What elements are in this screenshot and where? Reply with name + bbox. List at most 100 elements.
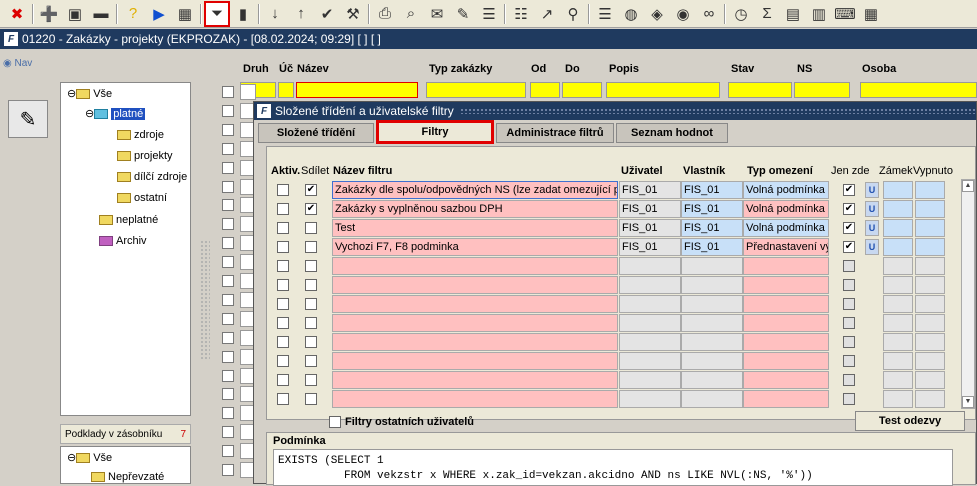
row-select-box[interactable] (222, 123, 234, 136)
signal-icon[interactable]: ▮ (230, 1, 256, 27)
row-select-box[interactable] (222, 388, 234, 401)
row-cell[interactable] (240, 84, 256, 100)
sort-asc-icon[interactable]: ↓ (262, 1, 288, 27)
row-select-box[interactable] (222, 199, 234, 212)
jen-zde-checkbox[interactable]: ✔ (843, 203, 855, 215)
vypnuto-cell[interactable] (915, 352, 945, 370)
uzivatel-cell[interactable]: FIS_01 (619, 238, 681, 256)
table-row[interactable] (267, 390, 967, 409)
jen-zde-checkbox[interactable]: ✔ (843, 184, 855, 196)
vlastnik-cell[interactable] (681, 333, 743, 351)
vypnuto-cell[interactable] (915, 257, 945, 275)
add-icon[interactable]: ➕ (36, 1, 62, 27)
globe-icon[interactable]: ◍ (618, 1, 644, 27)
jen-zde-checkbox[interactable]: ✔ (843, 241, 855, 253)
jen-zde-checkbox[interactable] (843, 355, 855, 367)
zamek-cell[interactable] (883, 295, 913, 313)
jen-zde-checkbox[interactable] (843, 279, 855, 291)
row-select-box[interactable] (222, 180, 234, 193)
vlastnik-cell[interactable] (681, 257, 743, 275)
vlastnik-cell[interactable] (681, 371, 743, 389)
jen-zde-checkbox[interactable] (843, 260, 855, 272)
mail-icon[interactable]: ✉ (424, 1, 450, 27)
splitter-handle[interactable] (200, 240, 210, 360)
clock-icon[interactable]: ◷ (728, 1, 754, 27)
typ-omezeni-cell[interactable]: Volná podmínka (743, 200, 829, 218)
aktiv-checkbox[interactable] (277, 298, 289, 310)
sdilet-checkbox[interactable] (305, 393, 317, 405)
vypnuto-cell[interactable] (915, 200, 945, 218)
aktiv-checkbox[interactable] (277, 260, 289, 272)
zamek-cell[interactable] (883, 314, 913, 332)
vypnuto-cell[interactable] (915, 371, 945, 389)
filter-icon[interactable]: ⏷ (204, 0, 230, 27)
tree-item-platne[interactable]: ⊖ platné (85, 107, 146, 120)
vypnuto-cell[interactable] (915, 333, 945, 351)
filter-name-cell[interactable] (332, 390, 618, 408)
print-preview-icon[interactable]: ⌕ (398, 1, 424, 27)
aktiv-checkbox[interactable] (277, 203, 289, 215)
table-row[interactable]: ✔ Zakázky dle spolu/odpovědných NS (lze z… (267, 181, 967, 200)
filter-name-cell[interactable] (332, 333, 618, 351)
sdilet-checkbox[interactable] (305, 222, 317, 234)
typ-omezeni-cell[interactable]: Volná podmínka (743, 219, 829, 237)
table-row[interactable] (267, 276, 967, 295)
typ-omezeni-cell[interactable] (743, 333, 829, 351)
check-icon[interactable]: ✔ (314, 1, 340, 27)
tab-slozene-trideni[interactable]: Složené třídění (258, 123, 374, 143)
aktiv-checkbox[interactable] (277, 374, 289, 386)
vypnuto-cell[interactable] (915, 276, 945, 294)
eye-icon[interactable]: ◉ (670, 1, 696, 27)
sdilet-checkbox[interactable] (305, 355, 317, 367)
tree-item-dilci-zdroje[interactable]: dílčí zdroje (117, 171, 187, 183)
filter-osoba-input[interactable] (860, 82, 977, 98)
row-select-box[interactable] (222, 161, 234, 174)
vlastnik-cell[interactable] (681, 314, 743, 332)
close-icon[interactable]: ✖ (4, 1, 30, 27)
row-select-box[interactable] (222, 293, 234, 306)
tab-seznam-hodnot[interactable]: Seznam hodnot (616, 123, 728, 143)
tree2-item-neprevzate[interactable]: Nepřevzaté (91, 471, 164, 483)
tab-filtry[interactable]: Filtry (376, 120, 494, 144)
zamek-cell[interactable] (883, 390, 913, 408)
excel-icon[interactable]: ▤ (780, 1, 806, 27)
row-select-box[interactable] (222, 426, 234, 439)
uzivatel-cell[interactable] (619, 352, 681, 370)
filter-name-cell[interactable] (332, 314, 618, 332)
sdilet-checkbox[interactable]: ✔ (305, 184, 317, 196)
typ-omezeni-cell[interactable] (743, 352, 829, 370)
zamek-cell[interactable] (883, 371, 913, 389)
uzivatel-cell[interactable] (619, 371, 681, 389)
table-row[interactable] (267, 352, 967, 371)
aktiv-checkbox[interactable] (277, 184, 289, 196)
tree-item-vse[interactable]: ⊖ Vše (67, 87, 112, 101)
row-select-box[interactable] (222, 445, 234, 458)
row-select-box[interactable] (222, 275, 234, 287)
filter-name-cell[interactable]: Test (332, 219, 618, 237)
jen-zde-checkbox[interactable] (843, 374, 855, 386)
scroll-up-icon[interactable]: ▲ (962, 180, 974, 192)
typ-omezeni-cell[interactable] (743, 257, 829, 275)
vlastnik-cell[interactable]: FIS_01 (681, 181, 743, 199)
grid-scrollbar[interactable]: ▲ ▼ (961, 179, 975, 409)
aktiv-checkbox[interactable] (277, 393, 289, 405)
filter-stav-input[interactable] (728, 82, 792, 98)
open-external-icon[interactable]: ↗ (534, 1, 560, 27)
jen-zde-checkbox[interactable] (843, 336, 855, 348)
typ-omezeni-cell[interactable]: Volná podmínka (743, 181, 829, 199)
test-odezvy-button[interactable]: Test odezvy (855, 411, 965, 431)
table-row[interactable] (267, 295, 967, 314)
tree2-item-vse[interactable]: ⊖ Vše (67, 451, 112, 465)
row-select-box[interactable] (222, 407, 234, 420)
row-select-box[interactable] (222, 86, 234, 98)
vypnuto-cell[interactable] (915, 314, 945, 332)
filter-name-cell[interactable] (332, 295, 618, 313)
row-select-box[interactable] (222, 312, 234, 325)
tree-item-zdroje[interactable]: zdroje (117, 129, 164, 141)
aktiv-checkbox[interactable] (277, 241, 289, 253)
table-row[interactable]: ✔ Zakázky s vyplněnou sazbou DPH FIS_01 FIS… (267, 200, 967, 219)
compass-icon[interactable]: ◈ (644, 1, 670, 27)
table-row[interactable]: Test FIS_01 FIS_01 Volná podmínka ✔ U (267, 219, 967, 238)
vypnuto-cell[interactable] (915, 238, 945, 256)
grid-icon[interactable]: ▦ (858, 1, 884, 27)
